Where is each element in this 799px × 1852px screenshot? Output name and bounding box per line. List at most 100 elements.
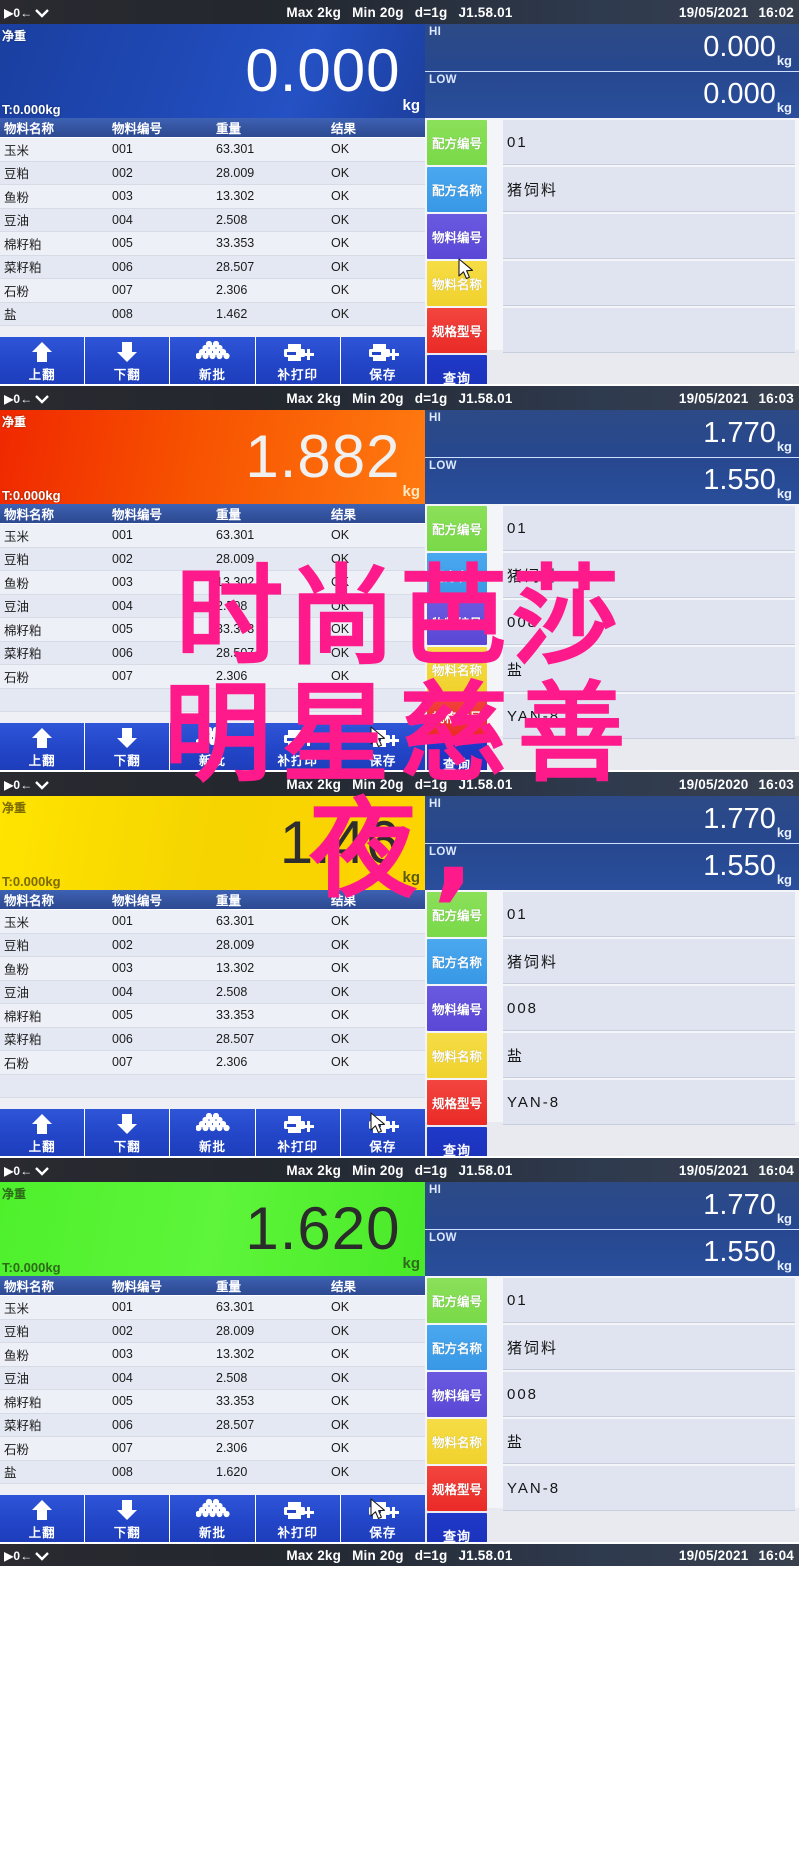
table-row[interactable]: 鱼粉 003 13.302 OK	[0, 956, 425, 981]
form-label-0[interactable]: 配方编号	[427, 1278, 487, 1323]
form-label-2[interactable]: 物料编号	[427, 214, 487, 259]
hi-limit-row[interactable]: HI 1.770 kg	[425, 410, 799, 457]
form-label-0[interactable]: 配方编号	[427, 506, 487, 551]
table-row[interactable]: 鱼粉 003 13.302 OK	[0, 570, 425, 595]
form-value-2[interactable]: 008	[503, 986, 795, 1031]
toolbar-button-0[interactable]: 上翻	[0, 337, 86, 384]
form-label-2[interactable]: 物料编号	[427, 986, 487, 1031]
toolbar-button-0[interactable]: 上翻	[0, 1109, 86, 1156]
table-row[interactable]: 豆油 004 2.508 OK	[0, 208, 425, 232]
form-label-3[interactable]: 物料名称	[427, 647, 487, 692]
toolbar-button-1[interactable]: 下翻	[85, 1495, 171, 1542]
table-row[interactable]: 盐 008 1.462 OK	[0, 302, 425, 326]
table-row[interactable]: 玉米 001 63.301 OK	[0, 1295, 425, 1320]
toolbar-button-3[interactable]: 补打印	[255, 723, 341, 770]
table-row[interactable]: 菜籽粕 006 28.507 OK	[0, 255, 425, 279]
toolbar-button-1[interactable]: 下翻	[85, 1109, 171, 1156]
form-label-0[interactable]: 配方编号	[427, 120, 487, 165]
form-value-0[interactable]: 01	[503, 1278, 795, 1323]
hi-limit-row[interactable]: HI 1.770 kg	[425, 1182, 799, 1229]
toolbar-button-4[interactable]: 保存	[340, 1495, 426, 1542]
table-row[interactable]: 石粉 007 2.306 OK	[0, 278, 425, 303]
table-row[interactable]: 棉籽粕 005 33.353 OK	[0, 231, 425, 256]
form-label-4[interactable]: 规格型号	[427, 1080, 487, 1125]
form-value-0[interactable]: 01	[503, 506, 795, 551]
form-value-2[interactable]	[503, 214, 795, 259]
toolbar-button-2[interactable]: 新批	[170, 723, 256, 770]
table-row[interactable]: 豆粕 002 28.009 OK	[0, 933, 425, 957]
toolbar-button-4[interactable]: 保存	[340, 723, 426, 770]
form-value-3[interactable]	[503, 261, 795, 306]
low-limit-row[interactable]: LOW 1.550 kg	[425, 1228, 799, 1277]
toolbar-button-0[interactable]: 上翻	[0, 723, 86, 770]
form-label-3[interactable]: 物料名称	[427, 1419, 487, 1464]
toolbar-button-4[interactable]: 保存	[340, 1109, 426, 1156]
form-label-4[interactable]: 规格型号	[427, 308, 487, 353]
toolbar-button-1[interactable]: 下翻	[85, 723, 171, 770]
toolbar-button-3[interactable]: 补打印	[255, 337, 341, 384]
table-row[interactable]: 菜籽粕 006 28.507 OK	[0, 641, 425, 665]
table-row[interactable]: 鱼粉 003 13.302 OK	[0, 184, 425, 209]
hi-limit-row[interactable]: HI 1.770 kg	[425, 796, 799, 843]
toolbar-button-2[interactable]: 新批	[170, 337, 256, 384]
form-value-4[interactable]: YAN-8	[503, 1080, 795, 1125]
form-value-3[interactable]: 盐	[503, 647, 795, 692]
query-button[interactable]: 查询	[427, 1513, 487, 1542]
form-label-2[interactable]: 物料编号	[427, 1372, 487, 1417]
query-button[interactable]: 查询	[427, 355, 487, 384]
table-row[interactable]: 石粉 007 2.306 OK	[0, 664, 425, 689]
hi-limit-row[interactable]: HI 0.000 kg	[425, 24, 799, 71]
table-row[interactable]: 豆粕 002 28.009 OK	[0, 161, 425, 185]
form-value-4[interactable]: YAN-8	[503, 694, 795, 739]
table-row[interactable]: 玉米 001 63.301 OK	[0, 137, 425, 162]
table-row[interactable]: 豆油 004 2.508 OK	[0, 980, 425, 1004]
table-row[interactable]: 菜籽粕 006 28.507 OK	[0, 1027, 425, 1051]
toolbar-button-2[interactable]: 新批	[170, 1109, 256, 1156]
form-label-2[interactable]: 物料编号	[427, 600, 487, 645]
form-value-3[interactable]: 盐	[503, 1033, 795, 1078]
toolbar-button-3[interactable]: 补打印	[255, 1109, 341, 1156]
toolbar-button-2[interactable]: 新批	[170, 1495, 256, 1542]
toolbar-button-3[interactable]: 补打印	[255, 1495, 341, 1542]
table-row[interactable]: 菜籽粕 006 28.507 OK	[0, 1413, 425, 1437]
table-row[interactable]: 鱼粉 003 13.302 OK	[0, 1342, 425, 1367]
form-label-1[interactable]: 配方名称	[427, 553, 487, 598]
table-row[interactable]: 豆粕 002 28.009 OK	[0, 547, 425, 571]
form-value-0[interactable]: 01	[503, 120, 795, 165]
form-value-4[interactable]: YAN-8	[503, 1466, 795, 1511]
toolbar-button-0[interactable]: 上翻	[0, 1495, 86, 1542]
table-row[interactable]: 石粉 007 2.306 OK	[0, 1436, 425, 1461]
table-row[interactable]: 盐 008 1.620 OK	[0, 1460, 425, 1484]
table-row[interactable]: 豆油 004 2.508 OK	[0, 594, 425, 618]
form-value-3[interactable]: 盐	[503, 1419, 795, 1464]
low-limit-row[interactable]: LOW 1.550 kg	[425, 842, 799, 891]
toolbar-button-4[interactable]: 保存	[340, 337, 426, 384]
table-row[interactable]: 玉米 001 63.301 OK	[0, 909, 425, 934]
table-row[interactable]: 棉籽粕 005 33.353 OK	[0, 617, 425, 642]
toolbar-button-1[interactable]: 下翻	[85, 337, 171, 384]
form-value-2[interactable]: 008	[503, 1372, 795, 1417]
form-value-1[interactable]: 猪饲料	[503, 1325, 795, 1370]
low-limit-row[interactable]: LOW 0.000 kg	[425, 70, 799, 119]
form-value-2[interactable]: 008	[503, 600, 795, 645]
table-row[interactable]: 豆粕 002 28.009 OK	[0, 1319, 425, 1343]
form-value-0[interactable]: 01	[503, 892, 795, 937]
form-label-4[interactable]: 规格型号	[427, 694, 487, 739]
form-value-1[interactable]: 猪饲料	[503, 553, 795, 598]
table-row[interactable]: 玉米 001 63.301 OK	[0, 523, 425, 548]
table-row[interactable]: 棉籽粕 005 33.353 OK	[0, 1389, 425, 1414]
form-value-4[interactable]	[503, 308, 795, 353]
form-label-4[interactable]: 规格型号	[427, 1466, 487, 1511]
table-row[interactable]: 石粉 007 2.306 OK	[0, 1050, 425, 1075]
form-label-1[interactable]: 配方名称	[427, 939, 487, 984]
query-button[interactable]: 查询	[427, 1127, 487, 1156]
low-limit-row[interactable]: LOW 1.550 kg	[425, 456, 799, 505]
form-label-0[interactable]: 配方编号	[427, 892, 487, 937]
query-button[interactable]: 查询	[427, 741, 487, 770]
table-row[interactable]: 棉籽粕 005 33.353 OK	[0, 1003, 425, 1028]
form-label-3[interactable]: 物料名称	[427, 1033, 487, 1078]
table-row[interactable]: 豆油 004 2.508 OK	[0, 1366, 425, 1390]
form-label-3[interactable]: 物料名称	[427, 261, 487, 306]
form-value-1[interactable]: 猪饲料	[503, 167, 795, 212]
form-label-1[interactable]: 配方名称	[427, 1325, 487, 1370]
